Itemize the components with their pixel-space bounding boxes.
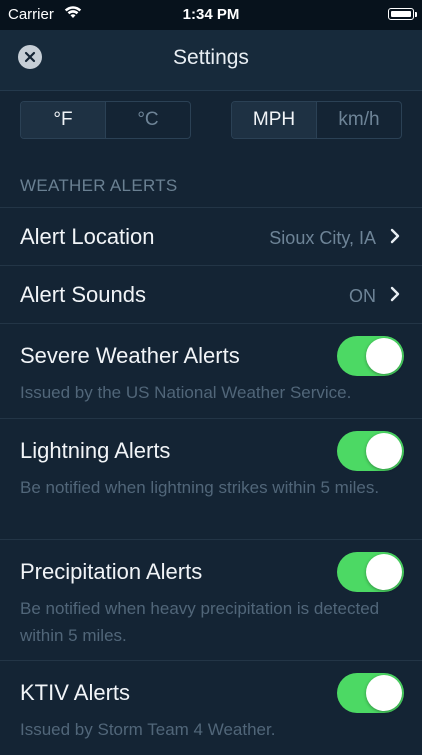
chevron-right-icon <box>390 228 400 244</box>
speed-unit-selector: MPH km/h <box>231 101 402 139</box>
lightning-alerts-toggle[interactable] <box>337 431 404 471</box>
alert-sounds-value: ON <box>349 286 376 306</box>
ktiv-alerts-row: KTIV Alerts Issued by Storm Team 4 Weath… <box>0 660 422 755</box>
alert-sounds-label: Alert Sounds <box>20 282 146 307</box>
alert-location-value: Sioux City, IA <box>269 228 376 248</box>
ktiv-alerts-toggle[interactable] <box>337 673 404 713</box>
status-time: 1:34 PM <box>182 6 240 23</box>
alert-sounds-row[interactable]: Alert Sounds ON <box>0 265 422 323</box>
unit-kmh-option[interactable]: km/h <box>316 102 401 138</box>
severe-weather-alerts-label: Severe Weather Alerts <box>20 343 240 368</box>
chevron-right-icon <box>390 286 400 302</box>
settings-header: Settings <box>0 30 422 91</box>
ktiv-alerts-label: KTIV Alerts <box>20 680 131 705</box>
unit-fahrenheit-option[interactable]: °F <box>21 102 105 138</box>
lightning-alerts-row: Lightning Alerts Be notified when lightn… <box>0 418 422 539</box>
lightning-alerts-description: Be notified when lightning strikes withi… <box>20 478 380 497</box>
severe-weather-alerts-description: Issued by the US National Weather Servic… <box>20 383 352 402</box>
severe-weather-alerts-row: Severe Weather Alerts Issued by the US N… <box>0 323 422 418</box>
unit-celsius-option[interactable]: °C <box>105 102 190 138</box>
alert-location-row[interactable]: Alert Location Sioux City, IA <box>0 207 422 265</box>
severe-weather-alerts-toggle[interactable] <box>337 336 404 376</box>
temperature-unit-selector: °F °C <box>20 101 191 139</box>
precipitation-alerts-row: Precipitation Alerts Be notified when he… <box>0 539 422 660</box>
precipitation-alerts-description: Be notified when heavy precipitation is … <box>20 599 380 645</box>
alert-location-label: Alert Location <box>20 224 155 249</box>
alerts-list: Alert Location Sioux City, IA Alert Soun… <box>0 207 422 755</box>
lightning-alerts-label: Lightning Alerts <box>20 438 171 463</box>
ktiv-alerts-description: Issued by Storm Team 4 Weather. <box>20 720 276 739</box>
battery-icon <box>388 8 417 20</box>
status-bar: Carrier 1:34 PM <box>0 0 422 30</box>
unit-mph-option[interactable]: MPH <box>232 102 316 138</box>
precipitation-alerts-toggle[interactable] <box>337 552 404 592</box>
page-title: Settings <box>173 46 249 69</box>
precipitation-alerts-label: Precipitation Alerts <box>20 559 203 584</box>
section-header-weather-alerts: WEATHER ALERTS <box>20 176 178 195</box>
